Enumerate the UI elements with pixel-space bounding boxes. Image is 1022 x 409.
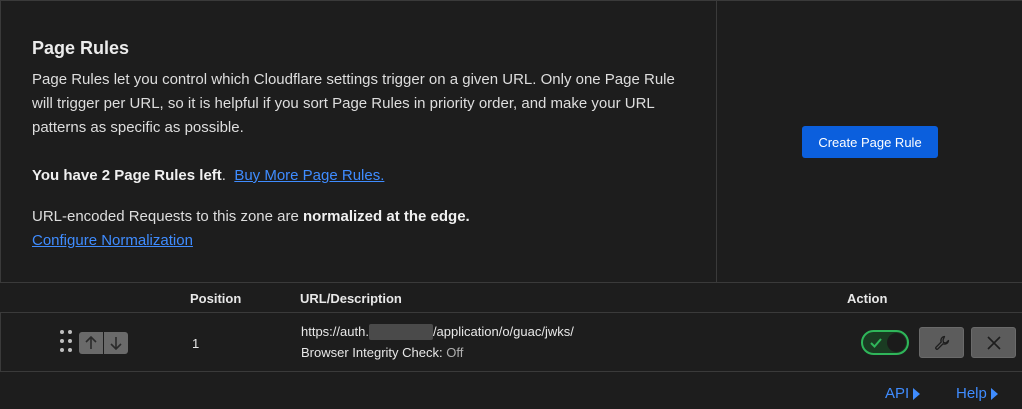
normalization-text: URL-encoded Requests to this zone are no… bbox=[32, 205, 470, 253]
setting-label: Browser Integrity Check: bbox=[301, 345, 443, 360]
quota-count: You have 2 Page Rules left bbox=[32, 167, 222, 184]
caret-right-icon bbox=[990, 387, 998, 400]
action-column-header: Action bbox=[847, 291, 888, 306]
api-link-label: API bbox=[885, 385, 910, 402]
rule-position: 1 bbox=[192, 336, 200, 351]
rule-url[interactable]: https://auth. /application/o/guac/jwks/ bbox=[301, 324, 574, 340]
normalization-prefix: URL-encoded Requests to this zone are bbox=[32, 208, 303, 225]
delete-rule-button[interactable] bbox=[971, 327, 1016, 358]
create-page-rule-button[interactable]: Create Page Rule bbox=[802, 126, 938, 158]
edit-rule-button[interactable] bbox=[919, 327, 964, 358]
page-rules-info: Page Rules Page Rules let you control wh… bbox=[1, 1, 716, 283]
arrow-up-icon bbox=[85, 336, 97, 349]
rule-url-suffix: /application/o/guac/jwks/ bbox=[432, 324, 574, 339]
drag-handle-icon[interactable] bbox=[60, 330, 72, 352]
quota-suffix: . bbox=[221, 167, 226, 184]
caret-right-icon bbox=[913, 387, 921, 400]
page-rules-description: Page Rules let you control which Cloudfl… bbox=[32, 71, 675, 136]
move-up-button[interactable] bbox=[79, 332, 103, 354]
buy-more-link[interactable]: Buy More Page Rules. bbox=[234, 167, 384, 184]
check-icon bbox=[870, 338, 882, 348]
rule-enabled-toggle[interactable] bbox=[861, 330, 909, 355]
normalization-status: normalized at the edge. bbox=[303, 208, 470, 225]
table-header: Position URL/Description Action bbox=[0, 283, 1022, 313]
setting-value: Off bbox=[446, 345, 464, 360]
table-row: 1 https://auth. /application/o/guac/jwks/… bbox=[0, 313, 1022, 372]
rule-setting: Browser Integrity Check: Off bbox=[301, 345, 463, 360]
page-rules-actions: Create Page Rule bbox=[716, 1, 1022, 283]
reorder-buttons bbox=[79, 332, 128, 354]
help-link[interactable]: Help bbox=[956, 385, 998, 402]
toggle-knob bbox=[887, 333, 906, 352]
redacted-domain bbox=[368, 324, 433, 340]
position-column-header: Position bbox=[190, 291, 242, 306]
help-link-label: Help bbox=[956, 385, 987, 402]
quota-text: You have 2 Page Rules left. Buy More Pag… bbox=[32, 165, 384, 187]
page-rules-card: Page Rules Page Rules let you control wh… bbox=[0, 0, 1022, 283]
close-icon bbox=[986, 335, 1001, 350]
move-down-button[interactable] bbox=[104, 332, 128, 354]
wrench-icon bbox=[934, 335, 949, 350]
arrow-down-icon bbox=[110, 337, 122, 350]
page-title: Page Rules bbox=[32, 38, 130, 58]
configure-normalization-link[interactable]: Configure Normalization bbox=[32, 232, 193, 249]
rule-url-prefix: https://auth. bbox=[301, 324, 369, 339]
url-column-header: URL/Description bbox=[300, 291, 402, 306]
api-link[interactable]: API bbox=[885, 385, 921, 402]
